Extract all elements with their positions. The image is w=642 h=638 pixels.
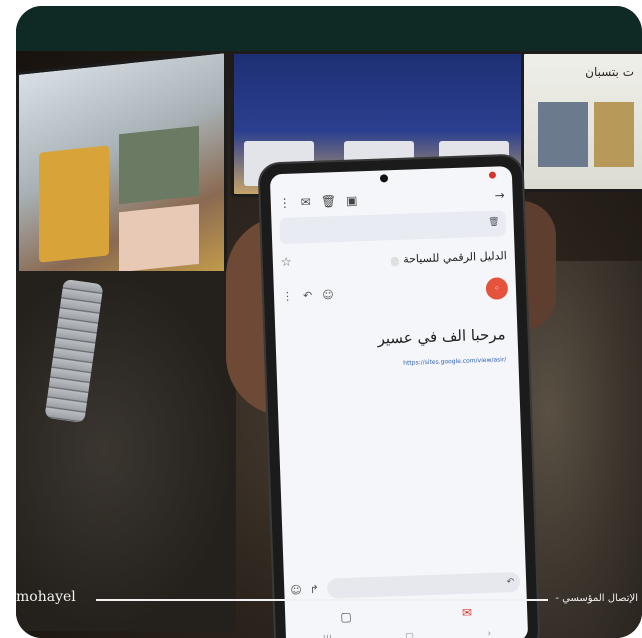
avatar[interactable]: ◦ xyxy=(485,277,509,300)
email-subject-row: الدليل الرقمي للسياحة ☆ xyxy=(281,244,508,271)
more-icon[interactable]: ⋮ xyxy=(282,289,293,302)
monitor-image xyxy=(119,203,199,273)
monitor-text: ت بتسبان xyxy=(585,65,634,79)
monitor-image xyxy=(39,145,109,263)
monitor-image xyxy=(119,125,199,205)
monitor-left xyxy=(16,51,227,307)
trash-icon[interactable]: 🗑 xyxy=(488,217,500,227)
archive-icon[interactable]: ▣ xyxy=(346,193,358,207)
camera-cutout xyxy=(379,174,389,183)
meet-icon[interactable]: ▢ xyxy=(340,610,352,624)
trash-icon[interactable]: 🗑 xyxy=(321,194,337,209)
reply-icon[interactable]: ↶ xyxy=(303,288,313,301)
left-sleeve xyxy=(16,271,236,631)
star-icon[interactable]: ☆ xyxy=(281,254,292,268)
caption-source: - الإتصال المؤسسي xyxy=(555,593,638,604)
compose-bar: ☺ ↱ ↶ xyxy=(290,571,521,601)
sender-row: ◦ ⋮ ↶ ☺ xyxy=(282,277,509,307)
emoji-icon[interactable]: ☺ xyxy=(290,583,302,596)
reply-field[interactable]: ↶ xyxy=(326,571,521,599)
monitor-image xyxy=(594,102,634,167)
message-actions: ⋮ ↶ ☺ xyxy=(282,283,470,303)
photo-scene: ت بتسبان ⋮ ✉ 🗑 ▣ → 🗑 الدليل الرقمي للسيا… xyxy=(16,51,642,638)
mail-icon[interactable]: ✉ xyxy=(301,195,312,209)
back-icon[interactable]: › xyxy=(487,629,491,638)
mail-icon[interactable]: ✉ xyxy=(462,606,473,620)
caption-name: mohayel xyxy=(16,589,76,605)
smartphone: ⋮ ✉ 🗑 ▣ → 🗑 الدليل الرقمي للسياحة ☆ ◦ ⋮ … xyxy=(259,155,539,638)
email-body: https://sites.google.com/view/asir/ xyxy=(288,355,506,372)
emoji-icon[interactable]: ☺ xyxy=(322,288,334,301)
email-subject: الدليل الرقمي للسياحة xyxy=(402,249,507,266)
top-bar xyxy=(16,6,642,51)
back-arrow-icon[interactable]: → xyxy=(494,188,505,202)
forward-icon[interactable]: ↱ xyxy=(310,582,320,595)
email-greeting: مرحبا الف في عسير xyxy=(377,325,506,348)
home-icon[interactable]: ▢ xyxy=(405,632,414,638)
reply-icon[interactable]: ↶ xyxy=(506,577,514,587)
phone-screen: ⋮ ✉ 🗑 ▣ → 🗑 الدليل الرقمي للسياحة ☆ ◦ ⋮ … xyxy=(269,165,529,638)
label-chip xyxy=(391,256,400,267)
more-icon[interactable]: ⋮ xyxy=(279,196,291,210)
recording-icon xyxy=(488,171,497,179)
email-link[interactable]: https://sites.google.com/view/asir/ xyxy=(288,355,506,372)
recent-apps-icon[interactable]: ||| xyxy=(323,634,332,638)
promo-banner[interactable]: 🗑 xyxy=(279,210,507,245)
video-frame: ت بتسبان ⋮ ✉ 🗑 ▣ → 🗑 الدليل الرقمي للسيا… xyxy=(16,6,642,638)
caption-divider xyxy=(96,599,548,601)
monitor-image xyxy=(538,102,588,167)
